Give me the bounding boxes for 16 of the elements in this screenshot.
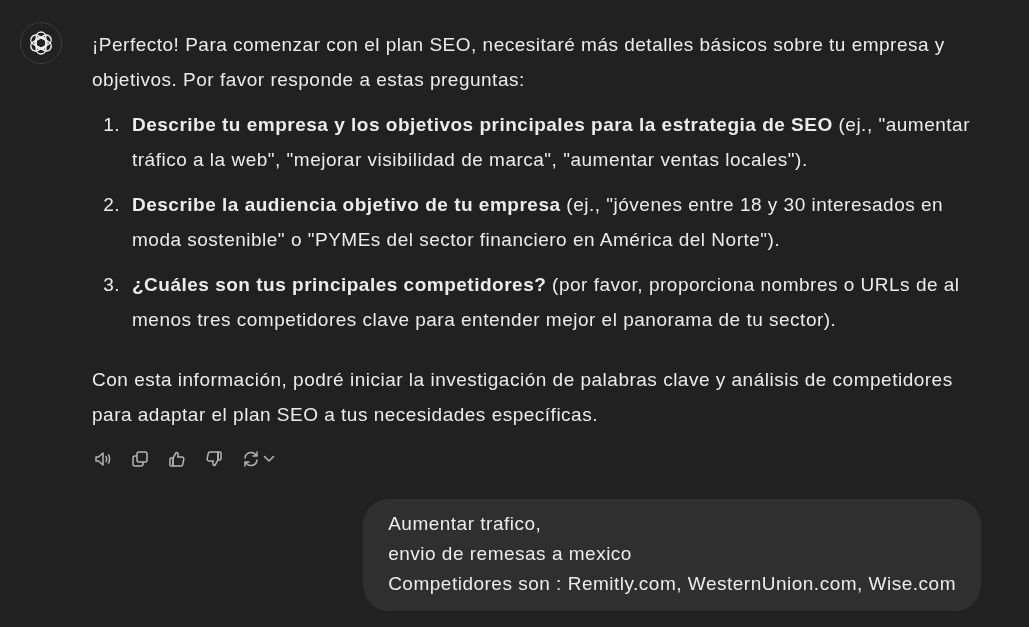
list-number: 1.: [102, 113, 120, 137]
refresh-icon: [241, 449, 261, 469]
caret-icon: [263, 455, 275, 463]
list-number: 2.: [102, 193, 120, 217]
knot-avatar-icon: [20, 22, 62, 64]
user-message-text: Aumentar trafico, envio de remesas a mexico Competidores son : Remitly.com, WesternUnion.com, Wise.com: [388, 512, 956, 596]
list-number: 3.: [102, 273, 120, 297]
list-item-text: Describe la audiencia objetivo de tu empresa (ej., "jóvenes entre 18 y 30 interesados en moda sostenible" o "PYMEs del sector financiero en América del Norte").: [132, 193, 945, 252]
list-item-text: Describe tu empresa y los objetivos principales para la estrategia de SEO (ej., "aumentar tráfico a la web", "mejorar visibilidad de marca", "aumentar ventas locales").: [132, 113, 971, 172]
copy-icon: [130, 449, 150, 469]
list-item-text: ¿Cuáles son tus principales competidores? (por favor, proporciona nombres o URLs de al menos tres competidores clave para entender mejor el panorama de tu sector).: [132, 273, 961, 332]
thumbs-down-icon: [204, 449, 224, 469]
message-paragraph: ¡Perfecto! Para comenzar con el plan SEO, necesitaré más detalles básicos sobre tu empresa y objetivos. Por favor responde a estas preguntas:: [92, 33, 946, 92]
speaker-icon: [93, 449, 113, 469]
message-paragraph: Con esta información, podré iniciar la investigación de palabras clave y análisis de competidores para adaptar el plan SEO a tus necesidades específicas.: [92, 368, 954, 427]
thumbs-up-icon: [167, 449, 187, 469]
